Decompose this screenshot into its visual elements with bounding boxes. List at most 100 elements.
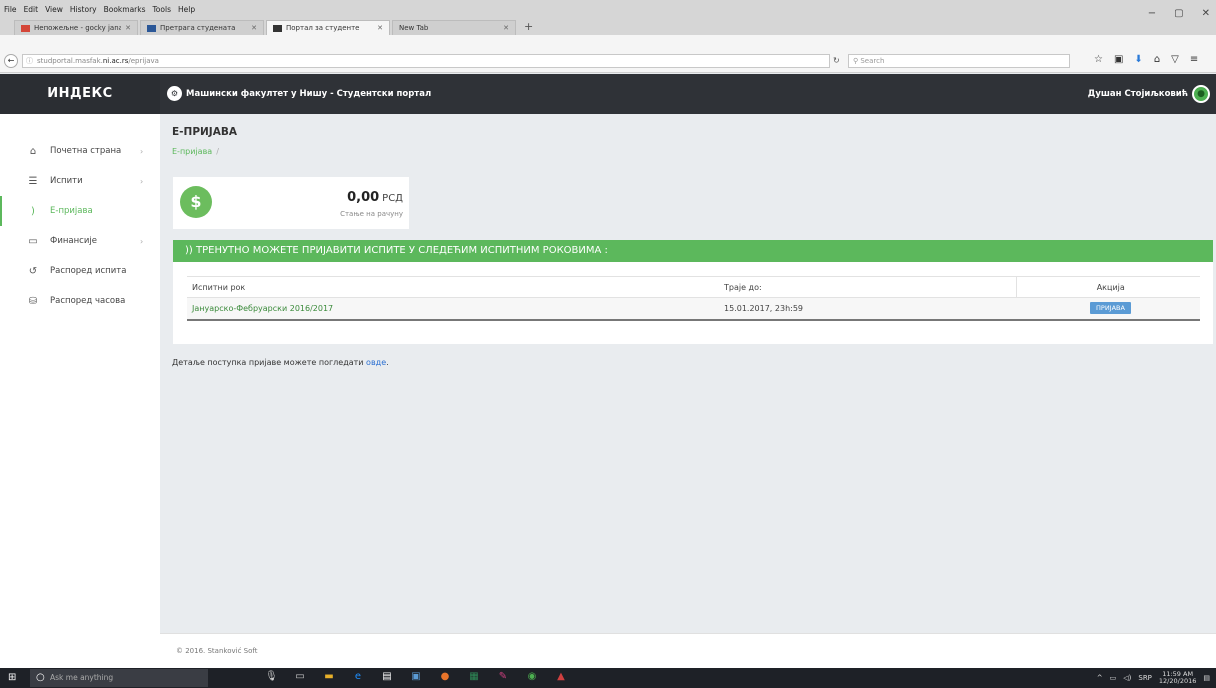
balance-card: $ 0,00 РСД Стање на рачуну [173, 177, 409, 229]
hamburger-menu-icon[interactable]: ≡ [1190, 54, 1198, 65]
sidebar-item-home[interactable]: ⌂ Почетна страна › [0, 136, 160, 166]
url-prefix: studportal.masfak. [37, 57, 103, 65]
pocket-icon[interactable]: ▽ [1171, 54, 1179, 65]
details-link[interactable]: овде [366, 358, 386, 367]
menu-file[interactable]: File [4, 5, 17, 14]
tab-close-icon[interactable]: ✕ [251, 24, 257, 32]
sidebar-item-finance[interactable]: ▭ Финансије › [0, 226, 160, 256]
tab-label: Портал за студенте [286, 24, 360, 32]
network-icon[interactable]: ▭ [1110, 674, 1117, 682]
column-header-period: Испитни рок [187, 276, 719, 298]
taskbar-search-placeholder: Ask me anything [50, 673, 114, 682]
volume-icon[interactable]: ◁) [1123, 674, 1131, 682]
folder-icon: ▭ [28, 235, 38, 247]
language-indicator[interactable]: SRP [1138, 674, 1152, 682]
menu-edit[interactable]: Edit [24, 5, 39, 14]
acrobat-icon[interactable]: ▲ [555, 670, 567, 684]
tab-gmail[interactable]: Непожељне - gocky jana... ✕ [14, 20, 138, 35]
sidebar-item-label: Финансије [50, 236, 97, 246]
notifications-icon[interactable]: ▤ [1203, 674, 1210, 682]
url-path: /eprijava [128, 57, 159, 65]
apply-button[interactable]: ПРИЈАВА [1090, 302, 1131, 315]
sidebar-item-e-prijava[interactable]: ) Е-пријава [0, 196, 160, 226]
balance-currency: РСД [382, 193, 403, 204]
sidebar-item-exams[interactable]: ☰ Испити › [0, 166, 160, 196]
footer: © 2016. Stanković Soft [160, 633, 1216, 668]
gmail-icon [21, 24, 30, 32]
windows-start-icon[interactable]: ⊞ [8, 672, 20, 684]
back-button[interactable]: ← [4, 54, 18, 68]
cortana-search-input[interactable]: ○ Ask me anything [30, 669, 208, 687]
browser-navbar: ← ⓘ studportal.masfak.ni.ac.rs/eprijava … [0, 35, 1216, 73]
excel-icon[interactable]: ▦ [468, 670, 480, 684]
sidebar-item-label: Е-пријава [50, 206, 93, 216]
main-content: Е-ПРИЈАВА Е-пријава / $ 0,00 РСД Стање на … [160, 114, 1216, 668]
user-menu[interactable]: Душан Стојиљковић ● [1088, 85, 1210, 103]
sidebar-item-label: Почетна страна [50, 146, 122, 156]
menu-help[interactable]: Help [178, 5, 195, 14]
search-placeholder: Search [860, 57, 885, 65]
balance-amount: 0,00 РСД [347, 190, 403, 205]
tab-close-icon[interactable]: ✕ [377, 24, 383, 32]
app-title-text: Машински факултет у Нишу - Студентски по… [186, 88, 432, 99]
info-icon[interactable]: ⓘ [26, 55, 33, 67]
new-tab-button[interactable]: + [524, 20, 533, 33]
tab-close-icon[interactable]: ✕ [125, 24, 131, 32]
app-header: ИНДЕКС ⚙ Машински факултет у Нишу - Студ… [0, 74, 1216, 114]
tab-student-search[interactable]: Претрага студената ✕ [140, 20, 264, 35]
database-icon: ⛁ [28, 295, 38, 307]
toolbar-icons: ☆ ▣ ⬇ ⌂ ▽ ≡ [1094, 54, 1198, 65]
store-icon[interactable]: ▤ [381, 670, 393, 684]
system-tray: ^ ▭ ◁) SRP 11:59 AM 12/20/2016 ▤ [1097, 671, 1210, 685]
deadline-cell: 15.01.2017, 23h:59 [719, 297, 1016, 321]
breadcrumb: Е-пријава / [172, 147, 219, 156]
paint-icon[interactable]: ✎ [497, 670, 509, 684]
clock[interactable]: 11:59 AM 12/20/2016 [1159, 671, 1196, 685]
column-header-action: Акција [1015, 276, 1200, 298]
faculty-logo-icon: ⚙ [167, 86, 182, 101]
tab-close-icon[interactable]: ✕ [503, 24, 509, 32]
sidebar-item-class-schedule[interactable]: ⛁ Распоред часова [0, 286, 160, 316]
reload-icon[interactable]: ↻ [833, 54, 845, 68]
home-icon[interactable]: ⌂ [1154, 54, 1160, 65]
tab-strip: Непожељне - gocky jana... ✕ Претрага сту… [0, 18, 1216, 35]
avatar[interactable]: ● [1192, 85, 1210, 103]
photos-icon[interactable]: ▣ [410, 670, 422, 684]
browser-search-input[interactable]: ⚲ Search [848, 54, 1070, 68]
menu-tools[interactable]: Tools [153, 5, 171, 14]
edge-icon[interactable]: e [352, 670, 364, 684]
tab-label: Непожељне - gocky jana... [34, 24, 122, 32]
menu-history[interactable]: History [70, 5, 97, 14]
menu-view[interactable]: View [45, 5, 63, 14]
cortana-icon: ○ [36, 672, 45, 683]
chrome-icon[interactable]: ◉ [526, 670, 538, 684]
exam-period-table: Испитни рок Траје до: Акција Јануарско-Ф… [187, 276, 1200, 321]
brand-logo[interactable]: ИНДЕКС [0, 74, 160, 114]
microphone-icon[interactable]: 🎙︎ [265, 670, 278, 684]
tab-student-portal[interactable]: Портал за студенте ✕ [266, 20, 390, 35]
app-title: ⚙ Машински факултет у Нишу - Студентски … [167, 86, 431, 101]
panel-heading-text: ТРЕНУТНО МОЖЕТЕ ПРИЈАВИТИ ИСПИТЕ У СЛЕДЕ… [195, 245, 608, 256]
page-title: Е-ПРИЈАВА [172, 126, 237, 138]
exam-period-panel: )) ТРЕНУТНО МОЖЕТЕ ПРИЈАВИТИ ИСПИТЕ У СЛ… [173, 240, 1213, 344]
balance-value: 0,00 [347, 190, 380, 205]
chevron-up-icon[interactable]: ^ [1097, 674, 1103, 682]
menu-bookmarks[interactable]: Bookmarks [104, 5, 146, 14]
download-icon[interactable]: ⬇ [1134, 54, 1142, 65]
sidebar-item-label: Распоред часова [50, 296, 126, 306]
breadcrumb-item[interactable]: Е-пријава [172, 147, 212, 156]
feed-icon: ) [31, 205, 35, 217]
feed-icon: )) [185, 245, 196, 256]
file-explorer-icon[interactable]: ▬ [323, 670, 335, 684]
bookmark-star-icon[interactable]: ☆ [1094, 54, 1103, 65]
url-bar[interactable]: ⓘ studportal.masfak.ni.ac.rs/eprijava [22, 54, 830, 68]
sidebar: ⌂ Почетна страна › ☰ Испити › ) Е-пријав… [0, 114, 160, 668]
chevron-right-icon: › [140, 176, 144, 186]
task-view-icon[interactable]: ▭ [294, 670, 306, 684]
sidebar-item-exam-schedule[interactable]: ↺ Распоред испита [0, 256, 160, 286]
tab-new-tab[interactable]: New Tab ✕ [392, 20, 516, 35]
home-icon: ⌂ [29, 145, 37, 157]
firefox-icon[interactable]: ● [439, 670, 451, 684]
column-header-deadline: Траје до: [719, 276, 1016, 298]
clipboard-icon[interactable]: ▣ [1114, 54, 1123, 65]
